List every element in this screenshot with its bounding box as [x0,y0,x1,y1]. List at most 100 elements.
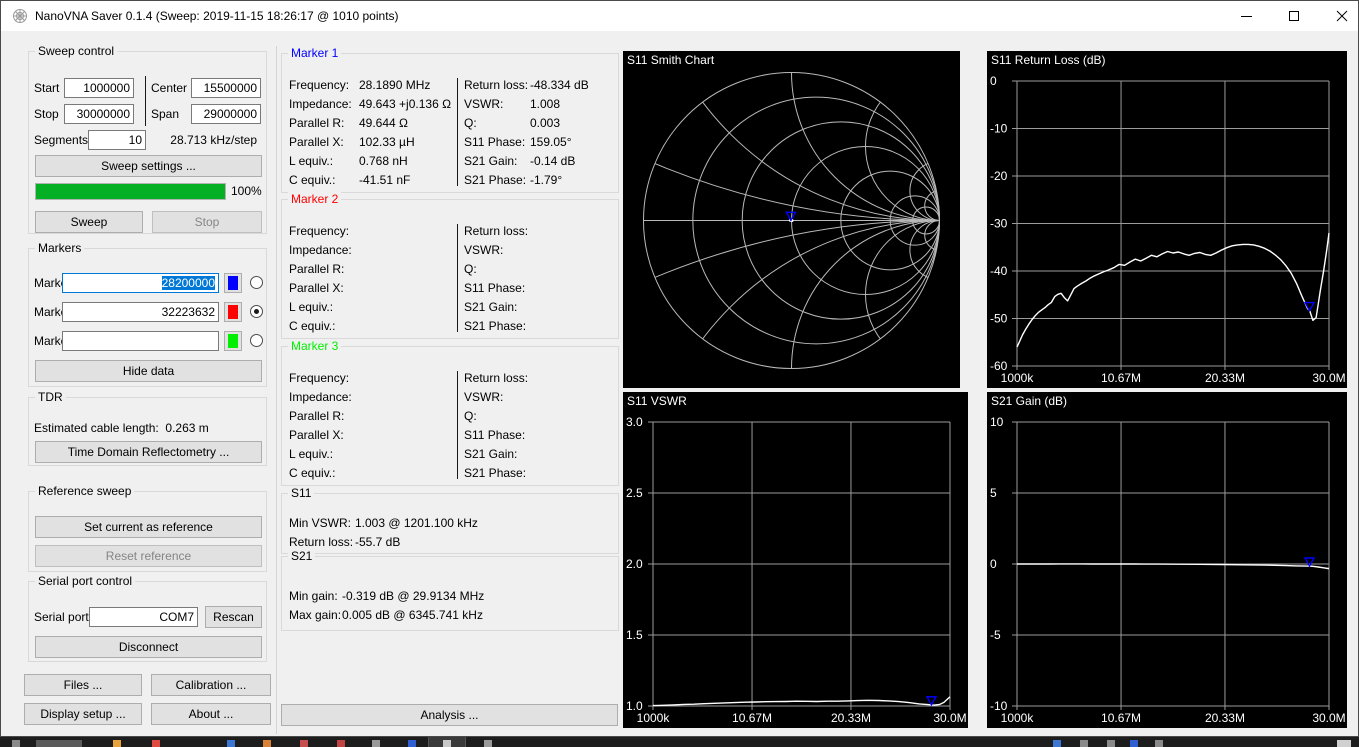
serial-port-input[interactable] [89,607,198,627]
stop-frequency-input[interactable] [64,104,134,124]
field-label: S21 Gain: [464,447,518,461]
taskbar-icon[interactable] [372,740,380,747]
s21-gain-chart[interactable]: S21 Gain (dB) 1000k 10.67M 20.33M 30.0M 10 5 0… [987,392,1347,728]
taskbar-icon[interactable] [263,740,271,747]
display-setup-button[interactable]: Display setup ... [24,703,142,725]
chart-title: S11 Smith Chart [627,53,715,67]
taskbar-icon[interactable] [300,740,308,747]
disconnect-button[interactable]: Disconnect [35,636,262,658]
svg-text:0: 0 [990,74,997,88]
sweep-progress-bar [35,183,226,200]
field-label: VSWR: [464,390,504,404]
taskbar-icon[interactable] [1053,740,1061,747]
start-frequency-input[interactable] [64,78,134,98]
taskbar-icon[interactable] [227,740,235,747]
maximize-button[interactable] [1271,1,1317,31]
field-value [359,426,455,445]
time-domain-reflectometry-button[interactable]: Time Domain Reflectometry ... [35,441,262,463]
taskbar-icon[interactable] [337,740,345,747]
marker-1-frequency-input[interactable]: 28200000 [62,273,219,293]
set-reference-button[interactable]: Set current as reference [35,516,262,538]
minimize-icon [1241,16,1252,17]
center-frequency-input[interactable] [191,78,261,98]
minimize-button[interactable] [1223,1,1269,31]
segments-input[interactable] [88,130,146,150]
svg-text:20.33M: 20.33M [831,711,871,725]
marker-data-row: Parallel X: [289,279,455,298]
tdr-title: TDR [35,390,66,404]
step-size-info: 28.713 kHz/step [170,133,257,147]
marker-3-frequency-input[interactable] [62,331,219,351]
field-label: S21 Gain: [464,154,518,168]
marker-1-radio[interactable] [250,276,263,289]
taskbar-icon[interactable] [408,740,416,747]
sweep-button[interactable]: Sweep [35,211,143,233]
s21-max-gain-row: Max gain: 0.005 dB @ 6345.741 kHz [289,606,609,625]
s11-smith-chart[interactable]: S11 Smith Chart [623,51,960,388]
marker-1-color-button[interactable] [224,273,242,293]
taskbar-icon[interactable] [1080,740,1088,747]
marker-data-row: C equiv.: [289,464,455,483]
taskbar-icon[interactable] [1337,740,1351,747]
field-value [530,222,616,241]
taskbar-icon[interactable] [36,740,82,747]
analysis-button[interactable]: Analysis ... [281,704,618,726]
field-value [530,464,616,483]
calibration-button[interactable]: Calibration ... [151,674,271,696]
span-frequency-input[interactable] [191,104,261,124]
taskbar-active-app[interactable] [428,737,466,747]
hide-data-button[interactable]: Hide data [35,360,262,382]
svg-text:-60: -60 [990,359,1008,373]
taskbar-icon[interactable] [152,740,160,747]
field-value [359,388,455,407]
marker-2-color-button[interactable] [224,302,242,322]
app-icon [13,9,27,23]
reference-sweep-title: Reference sweep [35,484,135,498]
field-label: Parallel X: [289,428,344,442]
panel-divider [276,46,277,734]
stop-button[interactable]: Stop [152,211,262,233]
taskbar-icon[interactable] [1130,740,1138,747]
marker-data-row: S21 Gain: [464,298,616,317]
field-label: L equiv.: [289,447,334,461]
taskbar-icon[interactable] [113,740,121,747]
marker-data-row: S21 Phase: [464,317,616,336]
marker-2-box-title: Marker 2 [288,192,342,206]
taskbar-icon[interactable] [484,740,492,747]
field-label: S21 Phase: [464,466,527,480]
reset-reference-button[interactable]: Reset reference [35,545,262,567]
s11-vswr-chart[interactable]: S11 VSWR 1000k 10.67M 20.33M 30.0M 3.0 2.5 2.0… [623,392,968,728]
field-label: Q: [464,116,477,130]
marker-3-color-button[interactable] [224,331,242,351]
chart-title: S11 Return Loss (dB) [991,53,1106,67]
marker-2-frequency-input[interactable] [62,302,219,322]
field-value [359,464,455,483]
marker-3-radio[interactable] [250,334,263,347]
field-value: 1.008 [530,97,561,111]
taskbar-icon[interactable] [12,740,20,747]
about-button[interactable]: About ... [151,703,271,725]
field-value: -55.7 dB [355,535,401,549]
field-value: 0.003 [530,116,561,130]
progress-fill [36,184,225,199]
taskbar-icon[interactable] [1107,740,1115,747]
taskbar-icon[interactable] [1155,740,1163,747]
field-value: 49.643 +j0.136 Ω [359,97,452,111]
close-button[interactable] [1319,1,1359,31]
field-label: S21 Phase: [464,173,527,187]
field-label: VSWR: [464,243,504,257]
svg-text:30.0M: 30.0M [933,711,966,725]
svg-text:-10: -10 [990,122,1008,136]
svg-text:3.0: 3.0 [626,415,643,429]
close-icon [1336,10,1348,22]
files-button[interactable]: Files ... [24,674,142,696]
sweep-settings-button[interactable]: Sweep settings ... [35,155,262,177]
column-divider [457,224,458,332]
marker-2-radio[interactable] [250,305,263,318]
svg-text:1000k: 1000k [1001,371,1035,385]
marker-data-row: Frequency: 28.1890 MHz [289,76,455,95]
field-value [359,407,455,426]
rescan-button[interactable]: Rescan [205,606,262,628]
s11-return-loss-chart[interactable]: S11 Return Loss (dB) 1000k 10.67M 20.33M 30… [987,51,1347,388]
marker-1-color-swatch [228,276,238,290]
